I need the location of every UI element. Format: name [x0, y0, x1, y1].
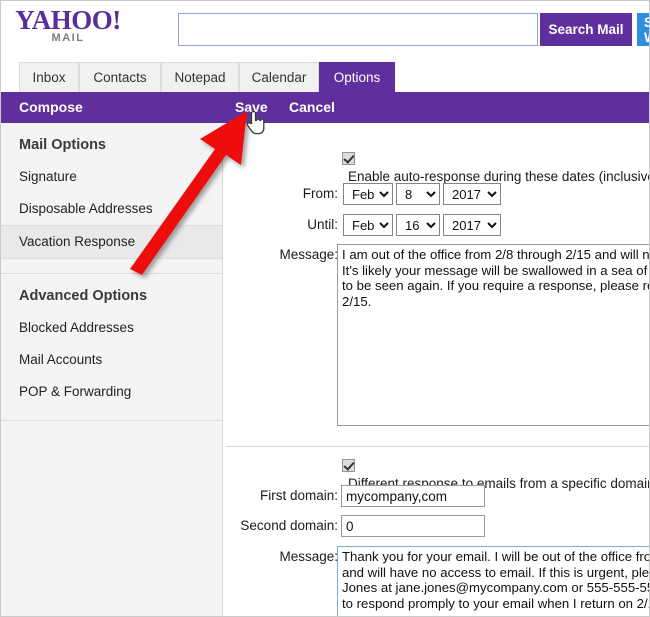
second-domain-label: Second domain: [240, 518, 338, 533]
sidebar-item-label: Vacation Response [19, 234, 136, 249]
vacation-message-textarea[interactable] [337, 244, 649, 426]
yahoo-logo-text: YAHOO! [15, 5, 121, 35]
enable-auto-response-checkbox[interactable] [342, 152, 355, 165]
from-day-select[interactable]: 1234567891011121314151617181920212223242… [396, 183, 440, 205]
first-domain-label: First domain: [259, 488, 338, 503]
until-label: Until: [307, 217, 338, 232]
tab-inbox[interactable]: Inbox [19, 62, 79, 92]
sidebar-item-label: Disposable Addresses [19, 201, 153, 216]
tab-label: Notepad [174, 70, 226, 85]
search-web-button[interactable]: Search Web [637, 13, 649, 46]
sidebar-item-label: Blocked Addresses [19, 320, 134, 335]
page-header: YAHOO! MAIL Search Mail Search Web [1, 1, 649, 58]
tab-contacts[interactable]: Contacts [79, 62, 161, 92]
sidebar-item-vacation-response[interactable]: Vacation Response [1, 225, 222, 259]
from-month-select[interactable]: JanFebMarAprMayJunJulAugSepOctNovDec [343, 183, 393, 205]
different-response-checkbox[interactable] [342, 459, 355, 472]
sidebar-header-mail-options: Mail Options [19, 137, 106, 153]
sidebar-item-signature[interactable]: Signature [1, 161, 222, 193]
second-domain-input[interactable] [341, 515, 485, 537]
search-mail-button[interactable]: Search Mail [540, 13, 632, 46]
sidebar-item-label: POP & Forwarding [19, 384, 132, 399]
until-year-select[interactable]: 201620172018 [443, 214, 501, 236]
tab-label: Calendar [251, 70, 307, 85]
tab-notepad[interactable]: Notepad [161, 62, 239, 92]
sidebar-item-label: Mail Accounts [19, 352, 103, 367]
tab-label: Options [333, 70, 381, 85]
tab-calendar[interactable]: Calendar [239, 62, 319, 92]
search-input[interactable] [178, 13, 538, 46]
save-button[interactable]: Save [235, 92, 268, 123]
sidebar-divider-bottom [1, 420, 222, 421]
cancel-button[interactable]: Cancel [289, 92, 335, 123]
sidebar-header-advanced-options: Advanced Options [19, 288, 148, 304]
until-day-select[interactable]: 1234567891011121314151617181920212223242… [396, 214, 440, 236]
domain-message-textarea[interactable] [337, 546, 649, 616]
main-tab-bar: Inbox Contacts Notepad Calendar Options [1, 62, 649, 92]
action-toolbar: Compose Save Cancel [1, 92, 649, 123]
tab-label: Inbox [32, 70, 66, 85]
vacation-message-label: Message: [279, 247, 338, 262]
sidebar-item-mail-accounts[interactable]: Mail Accounts [1, 344, 222, 376]
compose-button[interactable]: Compose [19, 92, 83, 123]
first-domain-input[interactable] [341, 485, 485, 507]
until-month-select[interactable]: JanFebMarAprMayJunJulAugSepOctNovDec [343, 214, 393, 236]
sidebar-item-blocked-addresses[interactable]: Blocked Addresses [1, 312, 222, 344]
vacation-response-form: Enable auto-response during these dates … [224, 123, 650, 616]
tab-label: Contacts [93, 70, 147, 85]
sidebar-item-label: Signature [19, 169, 77, 184]
tab-options[interactable]: Options [319, 62, 395, 92]
domain-message-label: Message: [279, 549, 338, 564]
section-divider [226, 446, 649, 447]
yahoo-mail-options-window: YAHOO! MAIL Search Mail Search Web Inbox… [0, 0, 650, 617]
yahoo-mail-logo[interactable]: YAHOO! MAIL [13, 5, 133, 53]
sidebar-item-pop-forwarding[interactable]: POP & Forwarding [1, 376, 222, 408]
sidebar-item-disposable-addresses[interactable]: Disposable Addresses [1, 193, 222, 225]
options-sidebar: Mail Options Signature Disposable Addresse… [1, 123, 223, 616]
from-label: From: [302, 186, 338, 201]
enable-auto-response-label: Enable auto-response during these dates … [348, 169, 650, 184]
from-year-select[interactable]: 201620172018 [443, 183, 501, 205]
